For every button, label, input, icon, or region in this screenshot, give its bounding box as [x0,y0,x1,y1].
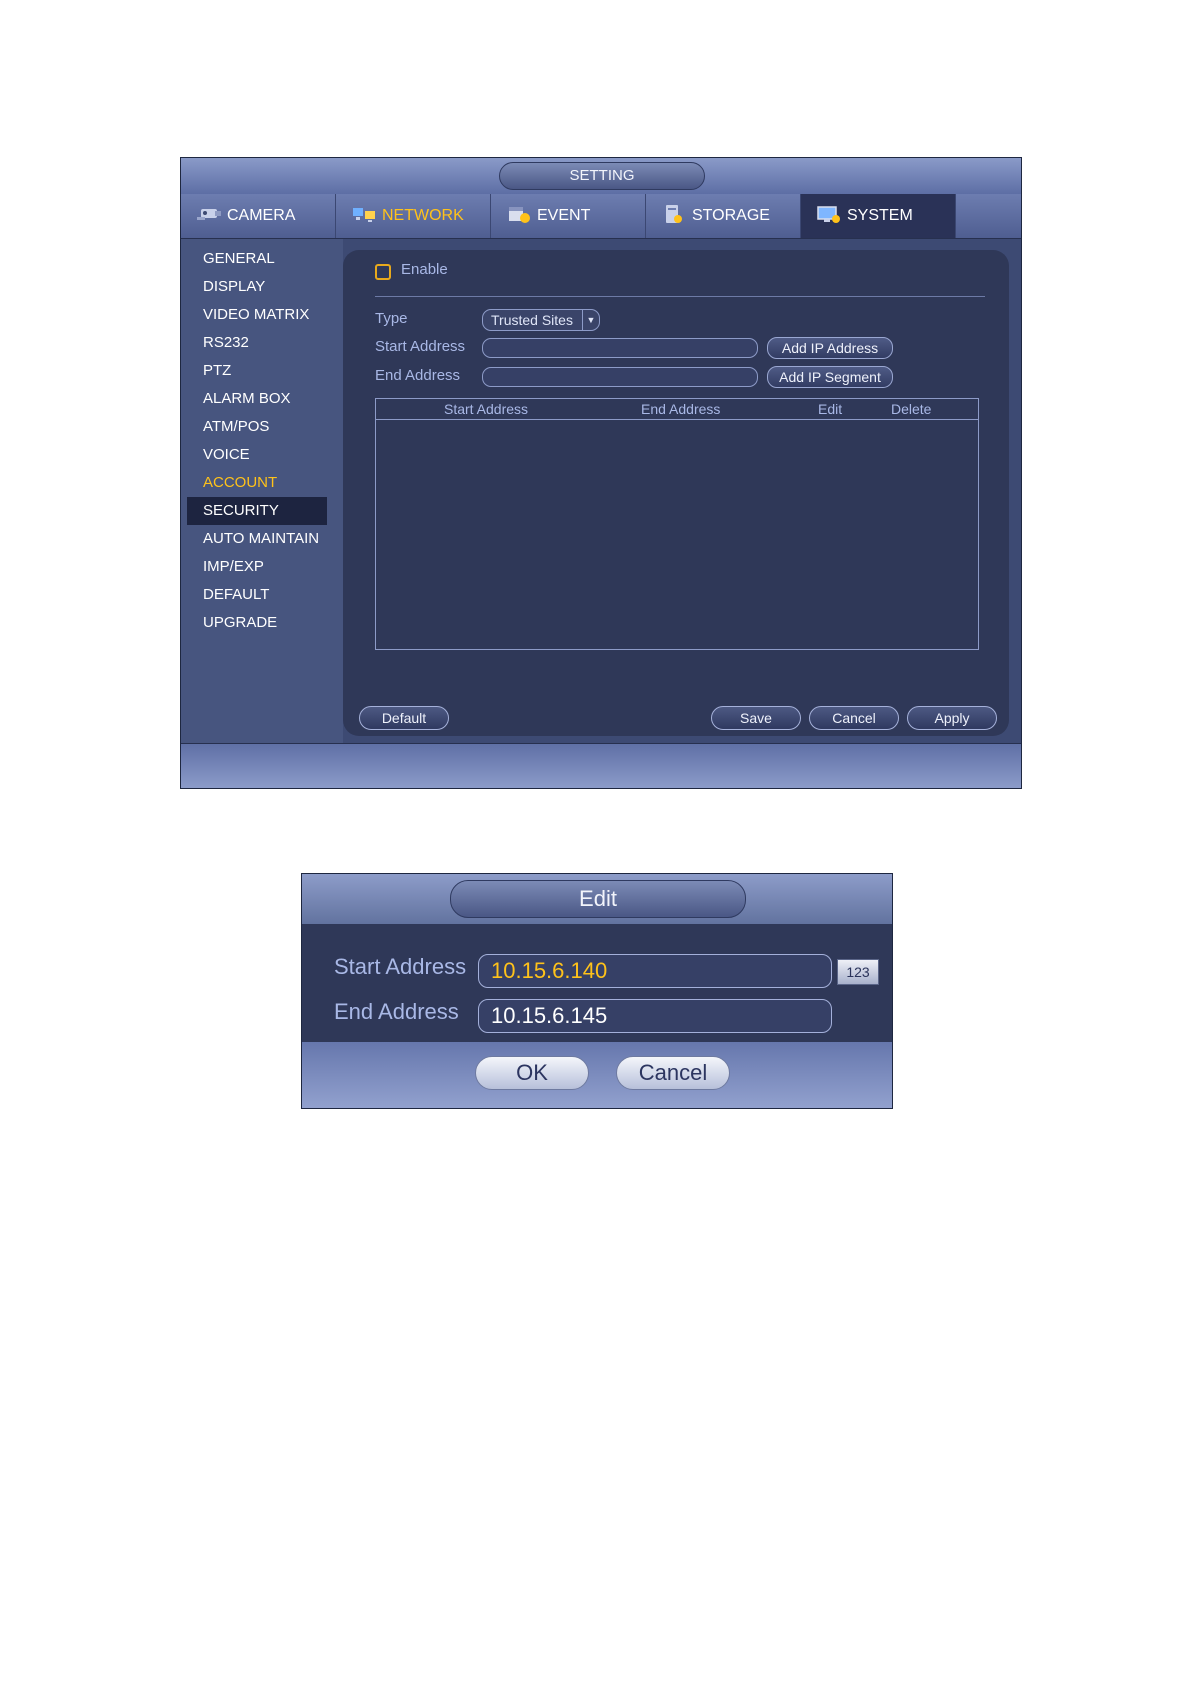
default-button[interactable]: Default [359,706,449,730]
sidebar-item-account[interactable]: ACCOUNT [187,469,327,497]
add-ip-address-button[interactable]: Add IP Address [767,337,893,359]
col-start-address: Start Address [444,401,529,417]
tab-network[interactable]: NETWORK [336,194,491,238]
window-title-bar: SETTING [181,158,1021,195]
col-edit: Edit [818,401,843,417]
add-ip-segment-button[interactable]: Add IP Segment [767,366,893,388]
edit-dialog: Edit Start Address 10.15.6.140 123 End A… [301,873,893,1109]
trusted-sites-table: Start Address End Address Edit Delete [375,398,979,650]
sidebar-item-alarm-box[interactable]: ALARM BOX [187,385,327,413]
sidebar: GENERAL DISPLAY VIDEO MATRIX RS232 PTZ A… [181,239,343,746]
sidebar-item-rs232[interactable]: RS232 [187,329,327,357]
network-icon [353,208,375,222]
dialog-start-address-label: Start Address [334,954,467,979]
event-icon [509,207,530,223]
end-address-input[interactable] [482,367,758,387]
sidebar-item-security[interactable]: SECURITY [187,497,327,525]
col-delete: Delete [891,401,932,417]
type-label: Type [375,310,408,327]
enable-label: Enable [401,261,448,278]
dialog-end-address-label: End Address [334,999,459,1024]
divider [375,296,985,297]
chevron-down-icon: ▼ [582,310,599,330]
sidebar-item-imp-exp[interactable]: IMP/EXP [187,553,327,581]
ok-button[interactable]: OK [475,1056,589,1090]
col-end-address: End Address [641,401,721,417]
sidebar-item-ptz[interactable]: PTZ [187,357,327,385]
end-address-label: End Address [375,367,461,384]
dialog-footer: OK Cancel [302,1042,892,1108]
sidebar-item-auto-maintain[interactable]: AUTO MAINTAIN [187,525,327,553]
sidebar-item-general[interactable]: GENERAL [187,245,327,273]
system-icon [817,206,840,223]
settings-window: SETTING CAMERA NETWORK EVENT STORAGE SYS… [180,157,1022,789]
tab-system[interactable]: SYSTEM [801,194,956,238]
dialog-start-address-input[interactable]: 10.15.6.140 [478,954,832,988]
storage-icon [666,205,682,223]
dialog-title: Edit [450,880,746,918]
apply-button[interactable]: Apply [907,706,997,730]
sidebar-item-default[interactable]: DEFAULT [187,581,327,609]
save-button[interactable]: Save [711,706,801,730]
type-select-value: Trusted Sites [491,312,573,328]
sidebar-item-display[interactable]: DISPLAY [187,273,327,301]
tab-camera[interactable]: CAMERA [181,194,336,238]
start-address-input[interactable] [482,338,758,358]
enable-checkbox[interactable] [375,264,391,280]
window-title: SETTING [499,162,705,190]
tab-bar: CAMERA NETWORK EVENT STORAGE SYSTEM [181,194,1021,239]
sidebar-item-video-matrix[interactable]: VIDEO MATRIX [187,301,327,329]
tab-event[interactable]: EVENT [491,194,646,238]
dialog-end-address-input[interactable]: 10.15.6.145 [478,999,832,1033]
security-panel: Enable Type Trusted Sites ▼ Start Addres… [343,250,1009,736]
dialog-title-bar: Edit [302,874,892,924]
dialog-cancel-button[interactable]: Cancel [616,1056,730,1090]
window-footer [181,743,1021,788]
cancel-button[interactable]: Cancel [809,706,899,730]
table-header: Start Address End Address Edit Delete [376,399,978,420]
keyboard-button[interactable]: 123 [837,959,879,985]
camera-icon [197,209,221,220]
sidebar-item-atm-pos[interactable]: ATM/POS [187,413,327,441]
tab-storage[interactable]: STORAGE [646,194,801,238]
start-address-label: Start Address [375,338,466,355]
sidebar-item-voice[interactable]: VOICE [187,441,327,469]
type-select[interactable]: Trusted Sites ▼ [482,309,600,331]
sidebar-item-upgrade[interactable]: UPGRADE [187,609,327,637]
